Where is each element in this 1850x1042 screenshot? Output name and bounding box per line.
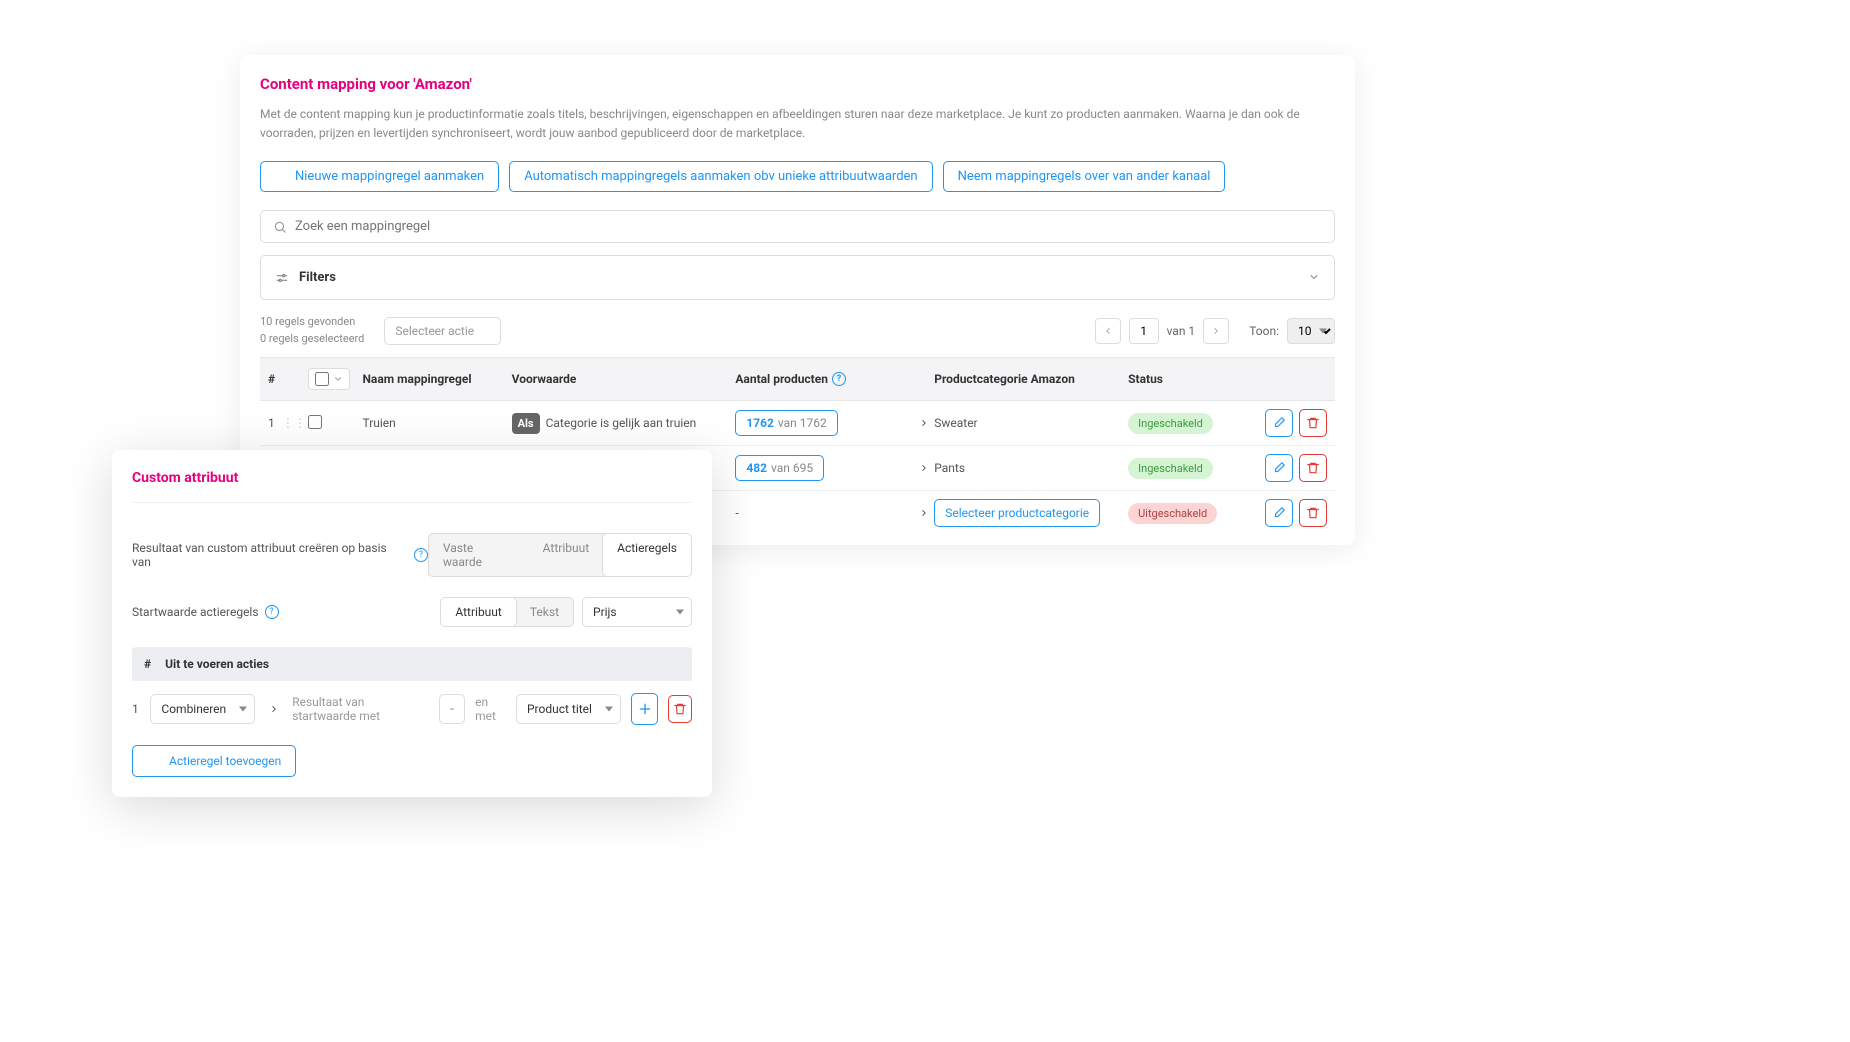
start-attribute-select[interactable]: Prijs	[582, 597, 692, 627]
pagination: van 1	[1095, 318, 1230, 344]
product-count-pill[interactable]: 1762van 1762	[735, 410, 837, 436]
start-value-label: Startwaarde actieregels	[132, 605, 259, 619]
status-badge: Ingeschakeld	[1128, 458, 1213, 479]
show-label: Toon:	[1249, 324, 1279, 338]
product-count-pill[interactable]: 482van 695	[735, 455, 824, 481]
filters-label: Filters	[299, 270, 336, 285]
prev-page-button[interactable]	[1095, 318, 1121, 344]
basis-label: Resultaat van custom attribuut creëren o…	[132, 541, 408, 569]
action-num: 1	[132, 702, 140, 716]
table-toolbar: 10 regels gevonden 0 regels geselecteerd…	[260, 314, 1335, 347]
action-rule-row: 1 Combineren Resultaat van startwaarde m…	[132, 681, 692, 737]
table-header-row: # Naam mappingregel Voorwaarde Aantal pr…	[260, 357, 1335, 401]
chevron-down-icon	[480, 326, 490, 336]
filters-bar[interactable]: Filters	[260, 255, 1335, 300]
action-type-select[interactable]: Combineren	[150, 694, 255, 724]
status-badge: Ingeschakeld	[1128, 413, 1213, 434]
search-icon	[273, 220, 287, 234]
chevron-right-icon	[265, 704, 282, 714]
page-title: Content mapping voor 'Amazon'	[260, 75, 1335, 93]
separator-input[interactable]	[439, 694, 465, 724]
search-bar[interactable]	[260, 210, 1335, 243]
action-target-select[interactable]: Product titel	[516, 694, 621, 724]
select-all-checkbox[interactable]	[308, 368, 350, 390]
row-condition: Categorie is gelijk aan truien	[546, 416, 697, 430]
basis-option-fixed[interactable]: Vaste waarde	[429, 534, 529, 576]
delete-button[interactable]	[1299, 454, 1327, 482]
delete-button[interactable]	[1299, 409, 1327, 437]
delete-action-button[interactable]	[668, 695, 692, 723]
edit-button[interactable]	[1265, 454, 1293, 482]
sliders-icon	[275, 271, 289, 285]
chevron-right-icon[interactable]	[914, 508, 934, 518]
bulk-action-select[interactable]: Selecteer actie	[384, 317, 501, 345]
basis-segment-group: Vaste waarde Attribuut Actieregels	[428, 533, 692, 577]
help-icon[interactable]: ?	[414, 548, 428, 562]
header-hash: #	[268, 372, 308, 386]
page-total-label: van 1	[1167, 324, 1196, 338]
select-category-button[interactable]: Selecteer productcategorie	[934, 499, 1100, 527]
plus-icon	[147, 754, 161, 768]
actions-section-header: # Uit te voeren acties	[132, 647, 692, 681]
edit-button[interactable]	[1265, 409, 1293, 437]
header-status: Status	[1128, 372, 1247, 386]
header-condition: Voorwaarde	[512, 372, 736, 386]
als-badge: Als	[512, 413, 540, 434]
copy-rules-label: Neem mappingregels over van ander kanaal	[958, 169, 1211, 184]
chevron-right-icon[interactable]	[914, 418, 934, 428]
modal-title: Custom attribuut	[132, 470, 692, 503]
row-category: Sweater	[934, 416, 1128, 430]
help-icon[interactable]: ?	[832, 372, 846, 386]
page-input[interactable]	[1129, 318, 1159, 344]
page-description: Met de content mapping kun je productinf…	[260, 105, 1335, 143]
new-mapping-rule-button[interactable]: Nieuwe mappingregel aanmaken	[260, 161, 499, 192]
custom-attribute-modal: Custom attribuut Resultaat van custom at…	[112, 450, 712, 797]
table-row: 1 ⋮⋮ Truien Als Categorie is gelijk aan …	[260, 401, 1335, 446]
start-segment-group: Attribuut Tekst	[440, 597, 574, 627]
next-page-button[interactable]	[1203, 318, 1229, 344]
rule-counts: 10 regels gevonden 0 regels geselecteerd	[260, 314, 364, 347]
basis-option-action-rules[interactable]: Actieregels	[602, 533, 692, 577]
row-checkbox[interactable]	[308, 415, 322, 429]
delete-button[interactable]	[1299, 499, 1327, 527]
start-option-text[interactable]: Tekst	[516, 598, 573, 626]
and-with-label: en met	[475, 695, 506, 723]
row-category: Pants	[934, 461, 1128, 475]
basis-option-attribute[interactable]: Attribuut	[529, 534, 603, 576]
action-result-label: Resultaat van startwaarde met	[292, 695, 429, 723]
product-count-empty: -	[735, 506, 738, 520]
auto-rules-label: Automatisch mappingregels aanmaken obv u…	[524, 169, 917, 184]
chevron-right-icon[interactable]	[914, 463, 934, 473]
search-input[interactable]	[295, 219, 1322, 234]
header-category: Productcategorie Amazon	[934, 372, 1128, 386]
chevron-down-icon	[1308, 268, 1320, 287]
chevron-down-icon	[333, 374, 343, 384]
header-name: Naam mappingregel	[362, 372, 511, 386]
header-count: Aantal producten ?	[735, 372, 934, 386]
status-badge: Uitgeschakeld	[1128, 503, 1217, 524]
help-icon[interactable]: ?	[265, 605, 279, 619]
new-rule-label: Nieuwe mappingregel aanmaken	[295, 169, 484, 184]
drag-handle-icon[interactable]: ⋮⋮	[280, 416, 308, 430]
row-num: 1	[268, 416, 280, 430]
page-size-select[interactable]: 10	[1287, 318, 1335, 344]
copy-mapping-rules-button[interactable]: Neem mappingregels over van ander kanaal	[943, 161, 1226, 192]
add-action-rule-button[interactable]: Actieregel toevoegen	[132, 745, 296, 777]
action-button-row: Nieuwe mappingregel aanmaken Automatisch…	[260, 161, 1335, 192]
row-name: Truien	[362, 416, 511, 430]
auto-mapping-rules-button[interactable]: Automatisch mappingregels aanmaken obv u…	[509, 161, 932, 192]
add-action-button[interactable]	[631, 693, 658, 725]
edit-button[interactable]	[1265, 499, 1293, 527]
plus-icon	[275, 170, 289, 184]
start-option-attribute[interactable]: Attribuut	[440, 597, 516, 627]
